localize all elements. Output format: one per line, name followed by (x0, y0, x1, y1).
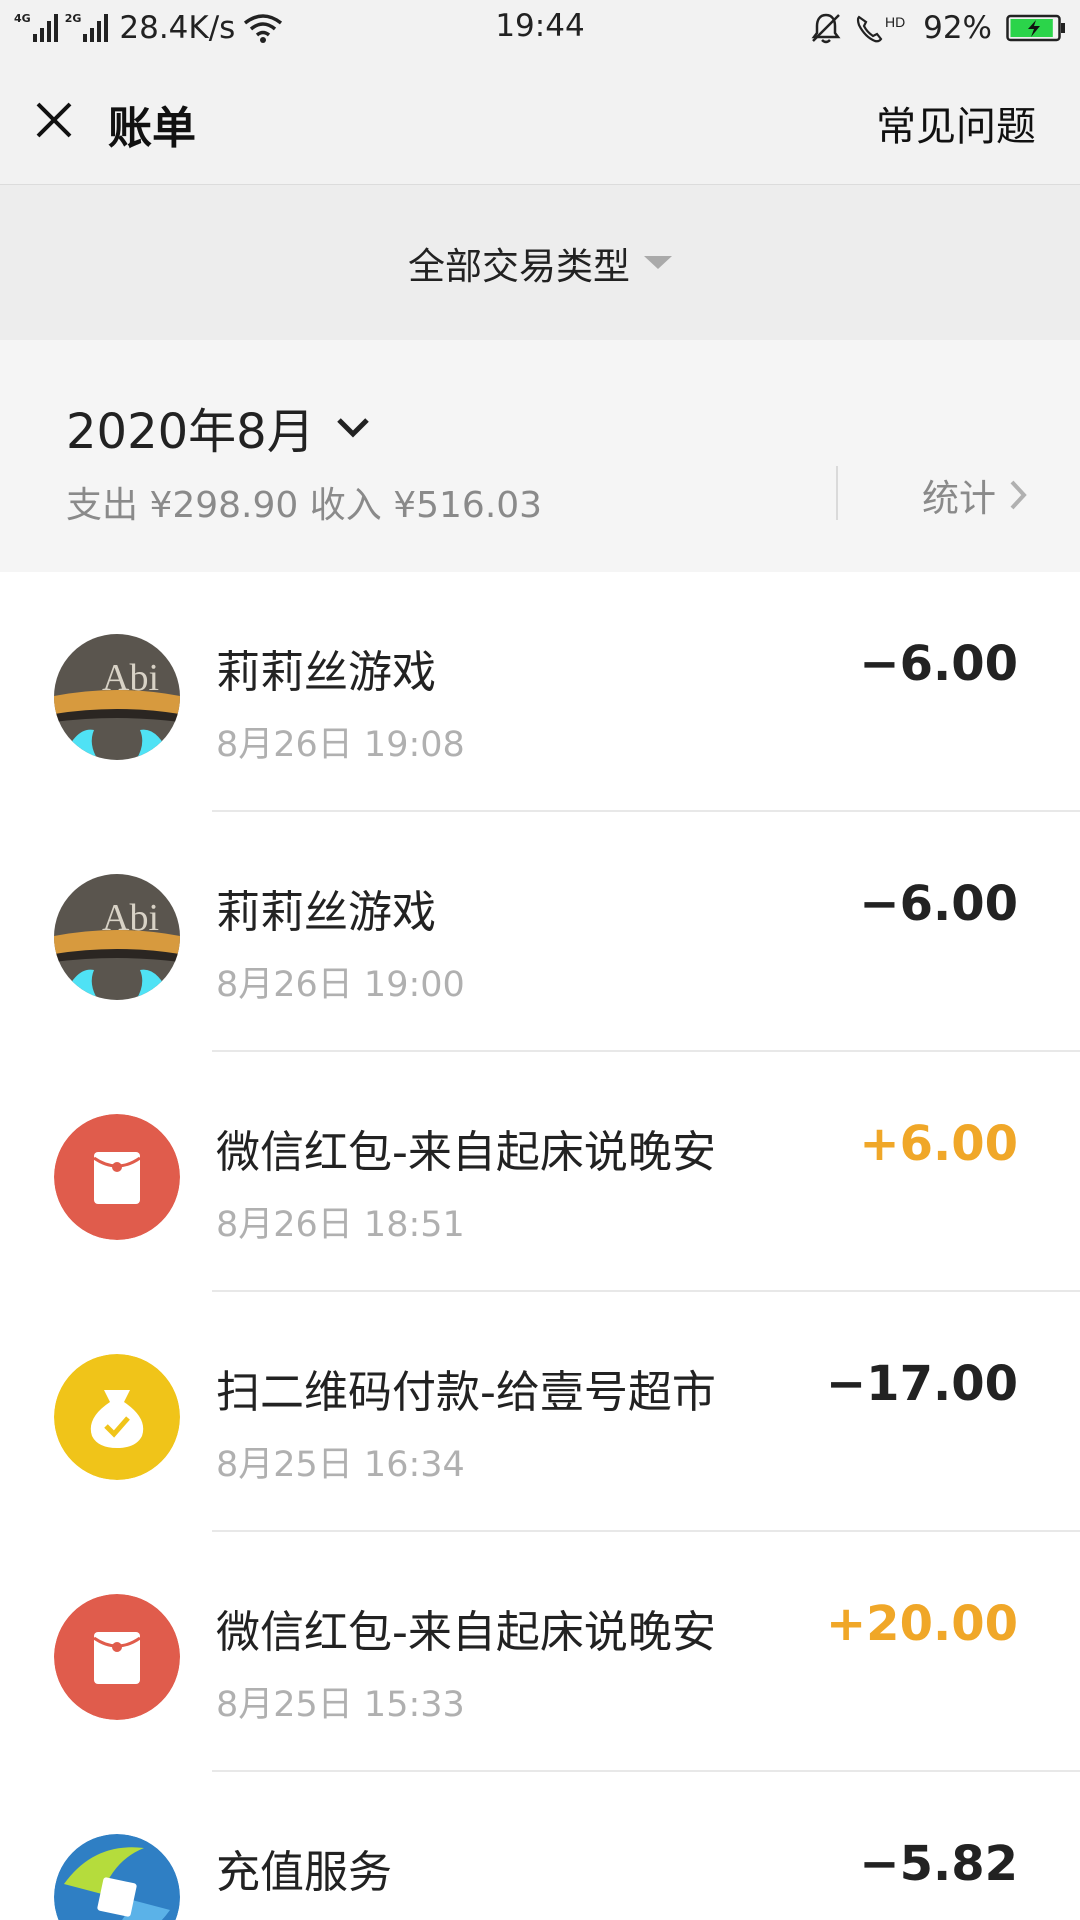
transaction-name: 微信红包-来自起床说晚安 (216, 1607, 716, 1658)
faq-link[interactable]: 常见问题 (876, 94, 1036, 152)
transaction-list: Abi 莉莉丝游戏 8月26日 19:08 −6.00 Abi 莉莉丝游戏 8月… (0, 572, 1080, 1920)
transaction-time: 8月25日 16:34 (216, 1445, 465, 1485)
transaction-row[interactable]: 充值服务 −5.82 (0, 1772, 1080, 1920)
transaction-time: 8月26日 19:08 (216, 725, 465, 765)
transaction-type-filter[interactable]: 全部交易类型 (0, 185, 1080, 340)
red-packet-icon (54, 1114, 180, 1240)
vertical-divider (836, 466, 838, 520)
game-app-icon: Abi (54, 634, 180, 760)
game-app-icon: Abi (54, 874, 180, 1000)
month-totals: 支出 ¥298.90 收入 ¥516.03 (66, 485, 543, 526)
red-packet-icon (54, 1594, 180, 1720)
page-title: 账单 (108, 103, 196, 154)
filter-label: 全部交易类型 (408, 244, 630, 288)
recharge-service-icon (54, 1834, 180, 1920)
statistics-link[interactable]: 统计 (922, 468, 1028, 522)
transaction-name: 扫二维码付款-给壹号超市 (216, 1367, 716, 1418)
month-selector[interactable]: 2020年8月 (66, 392, 371, 462)
hd-call-icon: HD (856, 14, 905, 43)
transaction-time: 8月25日 15:33 (216, 1685, 465, 1725)
transaction-amount: −6.00 (859, 636, 1018, 692)
transaction-time: 8月26日 19:00 (216, 965, 465, 1005)
bell-muted-icon (811, 13, 841, 44)
navigation-bar: 账单 常见问题 (0, 56, 1080, 185)
transaction-name: 微信红包-来自起床说晚安 (216, 1127, 716, 1178)
transaction-name: 莉莉丝游戏 (216, 887, 436, 938)
month-label: 2020年8月 (66, 404, 315, 460)
transaction-amount: +6.00 (859, 1116, 1018, 1172)
transaction-name: 充值服务 (216, 1847, 392, 1898)
battery-percent: 92% (923, 10, 992, 46)
month-summary-section: 2020年8月 支出 ¥298.90 收入 ¥516.03 统计 (0, 340, 1080, 572)
transaction-row[interactable]: 扫二维码付款-给壹号超市 8月25日 16:34 −17.00 (0, 1292, 1080, 1532)
battery-charging-icon (1006, 14, 1065, 42)
transaction-row[interactable]: Abi 莉莉丝游戏 8月26日 19:00 −6.00 (0, 812, 1080, 1052)
chevron-right-icon (1010, 480, 1027, 510)
transaction-time: 8月26日 18:51 (216, 1205, 465, 1245)
statistics-label: 统计 (922, 477, 996, 520)
transaction-amount: −17.00 (825, 1356, 1018, 1412)
caret-down-icon (644, 256, 672, 269)
transaction-row[interactable]: 微信红包-来自起床说晚安 8月25日 15:33 +20.00 (0, 1532, 1080, 1772)
transaction-amount: −5.82 (859, 1836, 1018, 1892)
chevron-down-icon (336, 418, 369, 438)
status-right: HD 92% (809, 8, 1066, 48)
transaction-row[interactable]: 微信红包-来自起床说晚安 8月26日 18:51 +6.00 (0, 1052, 1080, 1292)
transaction-row[interactable]: Abi 莉莉丝游戏 8月26日 19:08 −6.00 (0, 572, 1080, 812)
hd-label: HD (885, 14, 905, 30)
transaction-amount: −6.00 (859, 876, 1018, 932)
close-icon[interactable] (30, 96, 78, 144)
transaction-amount: +20.00 (825, 1596, 1018, 1652)
status-bar: 4G 2G 28.4K/s 19:44 HD 92% (0, 0, 1080, 56)
money-bag-icon (54, 1354, 180, 1480)
transaction-name: 莉莉丝游戏 (216, 647, 436, 698)
